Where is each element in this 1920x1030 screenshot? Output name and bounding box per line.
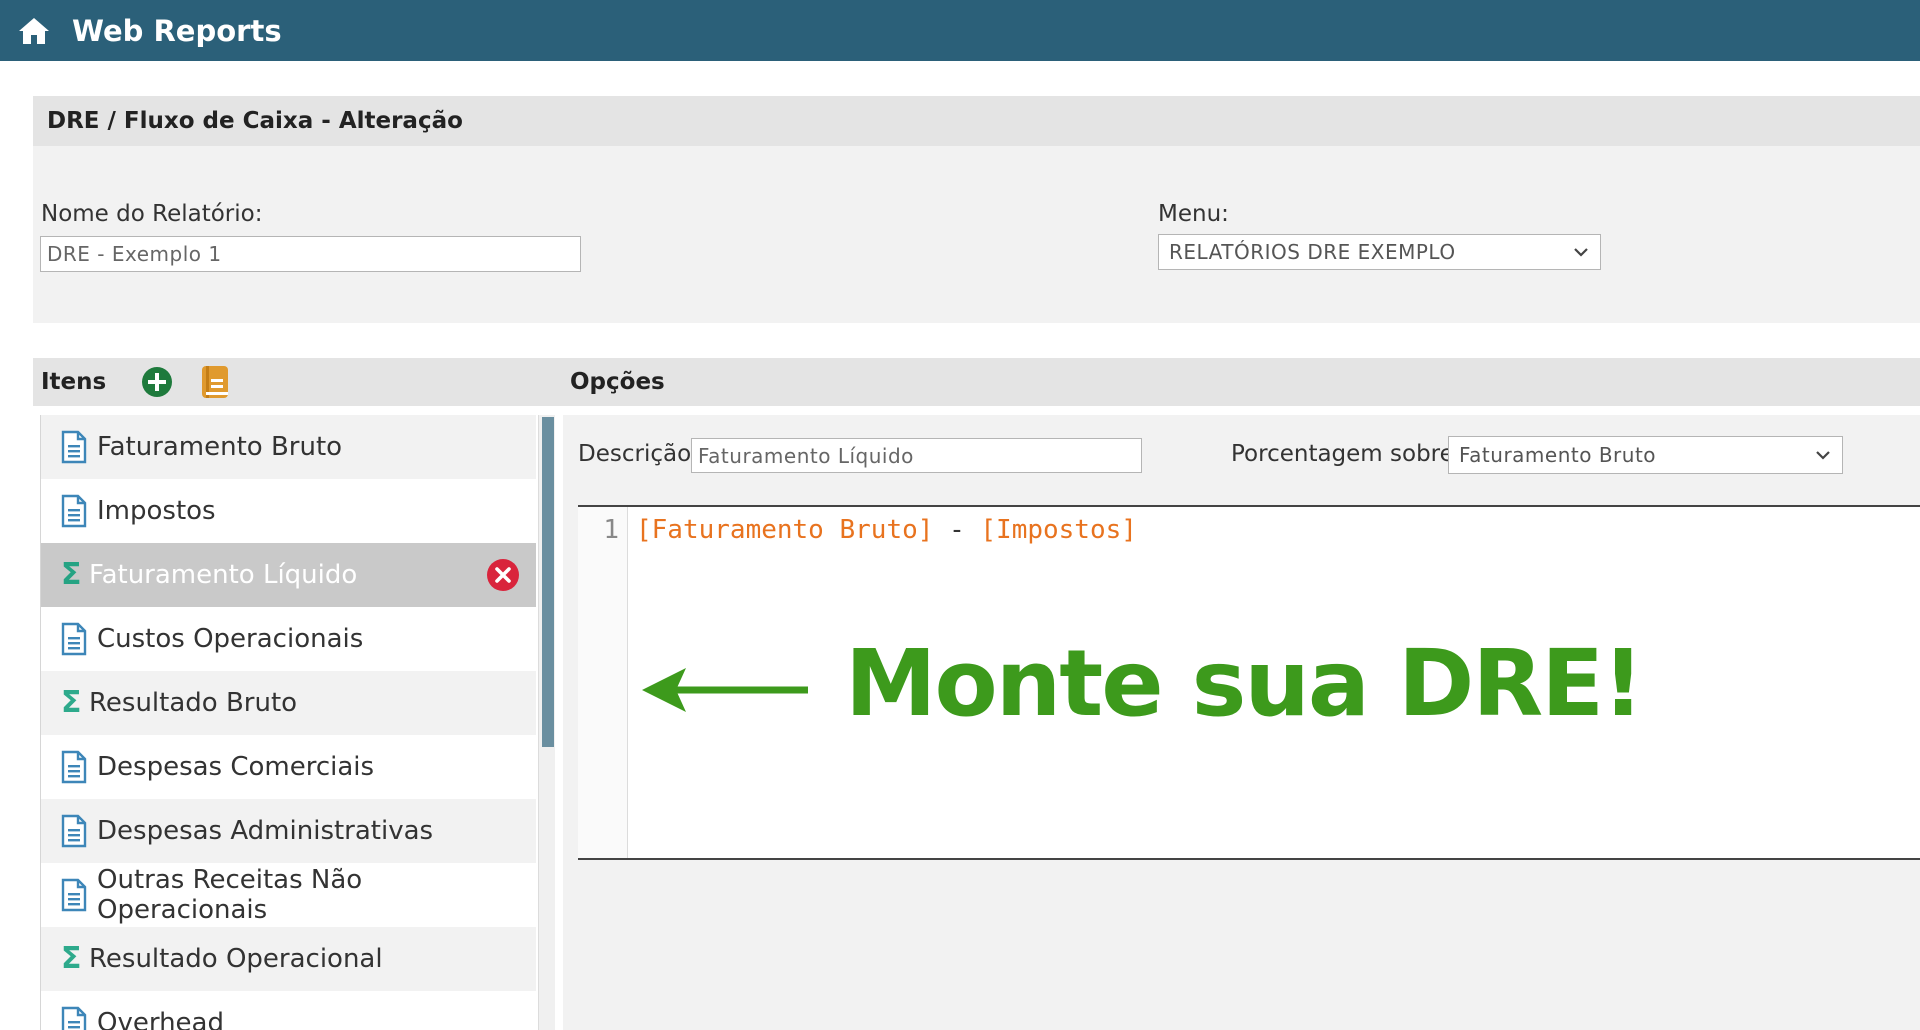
document-icon (61, 430, 87, 464)
list-item-label: Outras Receitas Não Operacionais (97, 865, 363, 925)
document-icon (61, 494, 87, 528)
document-icon (61, 750, 87, 784)
list-item-label: Custos Operacionais (97, 624, 364, 654)
items-scrollbar[interactable] (538, 415, 555, 1030)
list-item[interactable]: Faturamento Bruto (41, 415, 536, 479)
items-list: Faturamento Bruto Impostos Σ Faturamento Lí… (40, 415, 536, 1030)
list-item-label: Resultado Operacional (89, 944, 383, 974)
sigma-icon: Σ (61, 685, 82, 720)
book-icon[interactable] (200, 365, 230, 399)
chevron-down-icon (1574, 248, 1588, 257)
section-header-strip: Itens Opções (33, 358, 1920, 406)
line-number: 1 (603, 515, 619, 545)
document-icon (61, 622, 87, 656)
menu-select[interactable]: RELATÓRIOS DRE EXEMPLO (1158, 234, 1601, 270)
description-input[interactable]: Faturamento Líquido (691, 438, 1142, 473)
list-item-label: Despesas Administrativas (97, 816, 434, 846)
remove-icon[interactable] (486, 558, 520, 592)
top-bar: Web Reports (0, 0, 1920, 61)
formula-reference: [Impostos] (980, 515, 1137, 545)
app-title[interactable]: Web Reports (72, 14, 282, 48)
list-item-label: Impostos (97, 496, 216, 526)
chevron-down-icon (1816, 451, 1830, 460)
arrow-left-icon (642, 668, 808, 712)
report-name-input[interactable]: DRE - Exemplo 1 (40, 236, 581, 272)
menu-select-value: RELATÓRIOS DRE EXEMPLO (1169, 240, 1456, 264)
sigma-icon: Σ (61, 557, 82, 592)
description-label: Descrição: (578, 441, 699, 467)
list-item-label: Despesas Comerciais (97, 752, 375, 782)
formula-line[interactable]: [Faturamento Bruto] - [Impostos] (636, 515, 1137, 545)
menu-label: Menu: (1158, 201, 1229, 227)
callout-text: Monte sua DRE! (845, 630, 1644, 737)
scrollbar-thumb[interactable] (542, 417, 554, 747)
home-icon[interactable] (16, 13, 52, 49)
list-item[interactable]: Overhead (41, 991, 536, 1030)
formula-reference: [Faturamento Bruto] (636, 515, 934, 545)
list-item-label: Overhead (97, 1008, 224, 1030)
list-item-label: Resultado Bruto (89, 688, 298, 718)
list-item[interactable]: Outras Receitas Não Operacionais (41, 863, 536, 927)
report-form-panel: DRE / Fluxo de Caixa - Alteração (33, 96, 1920, 323)
list-item[interactable]: Σ Resultado Operacional (41, 927, 536, 991)
formula-operator: - (933, 515, 981, 545)
list-item[interactable]: Σ Resultado Bruto (41, 671, 536, 735)
document-icon (61, 814, 87, 848)
list-item[interactable]: Despesas Administrativas (41, 799, 536, 863)
list-item[interactable]: Custos Operacionais (41, 607, 536, 671)
list-item[interactable]: Σ Faturamento Líquido (41, 543, 536, 607)
percentage-label: Porcentagem sobre: (1231, 441, 1462, 467)
sigma-icon: Σ (61, 941, 82, 976)
percentage-select[interactable]: Faturamento Bruto (1448, 436, 1843, 474)
options-title: Opções (570, 369, 665, 395)
list-item[interactable]: Despesas Comerciais (41, 735, 536, 799)
items-title: Itens (41, 369, 107, 395)
page-title: DRE / Fluxo de Caixa - Alteração (33, 96, 1920, 146)
percentage-select-value: Faturamento Bruto (1459, 443, 1657, 467)
document-icon (61, 878, 87, 912)
add-item-icon[interactable] (141, 366, 173, 398)
list-item-label: Faturamento Líquido (89, 560, 358, 590)
document-icon (61, 1006, 87, 1030)
list-item[interactable]: Impostos (41, 479, 536, 543)
list-item-label: Faturamento Bruto (97, 432, 343, 462)
report-name-label: Nome do Relatório: (41, 201, 263, 227)
editor-gutter: 1 (578, 507, 628, 858)
